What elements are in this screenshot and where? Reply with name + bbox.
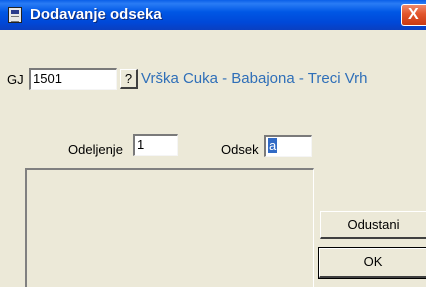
odeljenje-input-value: 1 [137,137,145,152]
gj-input[interactable]: 1501 [29,68,117,90]
odeljenje-input[interactable]: 1 [133,134,178,156]
ok-button-label: OK [363,254,383,269]
window-title: Dodavanje odseka [30,6,162,23]
title-bar[interactable]: Dodavanje odseka X [0,0,426,30]
content-panel [25,168,314,287]
gj-name-text: Vrška Cuka - Babajona - Treci Vrh [141,70,368,87]
odeljenje-label: Odeljenje [68,142,123,157]
form-window-icon [8,7,22,23]
gj-lookup-label: ? [124,71,133,86]
gj-input-value: 1501 [33,71,62,86]
ok-button-face: OK [319,248,426,278]
odsek-input[interactable]: a [264,135,312,157]
close-icon: X [408,6,419,23]
cancel-button[interactable]: Odustani [320,211,426,239]
gj-lookup-button[interactable]: ? [120,69,138,89]
close-button[interactable]: X [401,4,426,26]
cancel-button-label: Odustani [347,217,400,232]
odsek-label: Odsek [221,142,259,157]
gj-label: GJ [7,72,24,87]
odsek-input-value: a [268,138,278,153]
ok-button[interactable]: OK [318,247,426,279]
